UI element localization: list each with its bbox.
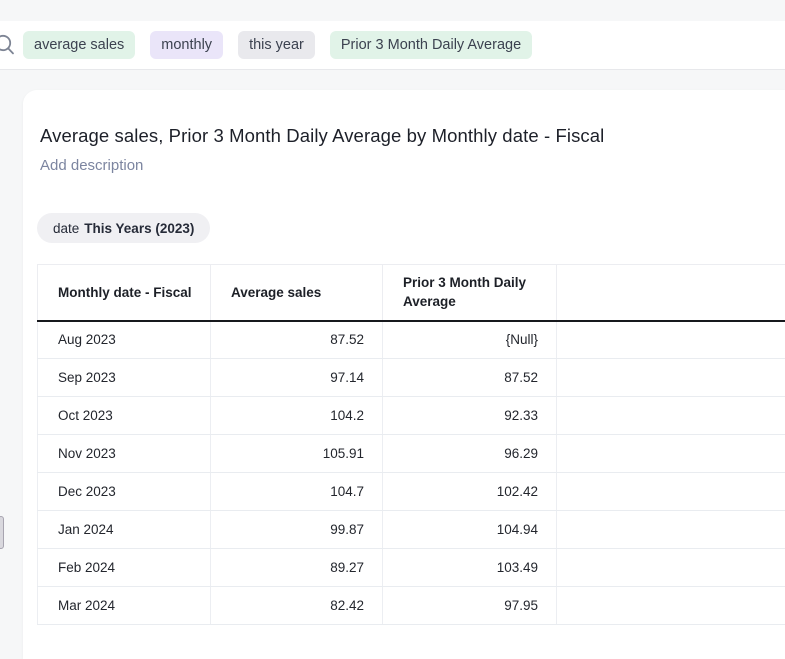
cell-average-sales: 89.27 xyxy=(211,549,383,587)
page-title: Average sales, Prior 3 Month Daily Avera… xyxy=(40,123,765,148)
search-token-this-year[interactable]: this year xyxy=(238,31,315,59)
table-row: Sep 2023 97.14 87.52 xyxy=(38,359,785,397)
search-token-prior-3-month-daily-average[interactable]: Prior 3 Month Daily Average xyxy=(330,31,532,59)
cell-empty xyxy=(557,359,785,397)
search-bar[interactable]: average sales monthly this year Prior 3 … xyxy=(0,21,785,70)
cell-prior-average: 104.94 xyxy=(383,511,557,549)
table-row: Mar 2024 82.42 97.95 xyxy=(38,587,785,625)
panel-drag-handle[interactable] xyxy=(0,516,4,549)
column-header-prior-3-month-daily-average[interactable]: Prior 3 Month Daily Average xyxy=(383,265,557,321)
results-table-container: Monthly date - Fiscal Average sales Prio… xyxy=(37,264,785,625)
table-header-row: Monthly date - Fiscal Average sales Prio… xyxy=(38,265,785,321)
add-description-link[interactable]: Add description xyxy=(40,155,143,176)
table-row: Jan 2024 99.87 104.94 xyxy=(38,511,785,549)
cell-average-sales: 105.91 xyxy=(211,435,383,473)
cell-average-sales: 97.14 xyxy=(211,359,383,397)
table-row: Feb 2024 89.27 103.49 xyxy=(38,549,785,587)
cell-empty xyxy=(557,511,785,549)
search-token-monthly[interactable]: monthly xyxy=(150,31,223,59)
cell-month: Oct 2023 xyxy=(38,397,211,435)
cell-month: Nov 2023 xyxy=(38,435,211,473)
column-header-monthly-date-fiscal[interactable]: Monthly date - Fiscal xyxy=(38,265,211,321)
cell-prior-average: 102.42 xyxy=(383,473,557,511)
cell-average-sales: 99.87 xyxy=(211,511,383,549)
column-header-average-sales[interactable]: Average sales xyxy=(211,265,383,321)
cell-month: Jan 2024 xyxy=(38,511,211,549)
date-filter-chip[interactable]: date This Years (2023) xyxy=(37,213,210,243)
cell-prior-average: 97.95 xyxy=(383,587,557,625)
cell-prior-average: {Null} xyxy=(383,321,557,359)
answer-card: Average sales, Prior 3 Month Daily Avera… xyxy=(23,90,785,659)
cell-average-sales: 82.42 xyxy=(211,587,383,625)
cell-month: Aug 2023 xyxy=(38,321,211,359)
cell-prior-average: 92.33 xyxy=(383,397,557,435)
search-token-average-sales[interactable]: average sales xyxy=(23,31,135,59)
cell-prior-average: 87.52 xyxy=(383,359,557,397)
cell-empty xyxy=(557,587,785,625)
cell-month: Mar 2024 xyxy=(38,587,211,625)
filter-value-label: This Years (2023) xyxy=(84,221,194,236)
cell-empty xyxy=(557,321,785,359)
cell-average-sales: 104.7 xyxy=(211,473,383,511)
table-row: Oct 2023 104.2 92.33 xyxy=(38,397,785,435)
table-row: Dec 2023 104.7 102.42 xyxy=(38,473,785,511)
table-row: Aug 2023 87.52 {Null} xyxy=(38,321,785,359)
cell-month: Sep 2023 xyxy=(38,359,211,397)
cell-month: Feb 2024 xyxy=(38,549,211,587)
cell-prior-average: 103.49 xyxy=(383,549,557,587)
search-icon xyxy=(0,32,23,58)
results-table: Monthly date - Fiscal Average sales Prio… xyxy=(37,264,785,625)
cell-average-sales: 104.2 xyxy=(211,397,383,435)
cell-average-sales: 87.52 xyxy=(211,321,383,359)
table-row: Nov 2023 105.91 96.29 xyxy=(38,435,785,473)
cell-prior-average: 96.29 xyxy=(383,435,557,473)
cell-empty xyxy=(557,397,785,435)
cell-empty xyxy=(557,549,785,587)
cell-empty xyxy=(557,435,785,473)
column-header-empty xyxy=(557,265,785,321)
cell-empty xyxy=(557,473,785,511)
cell-month: Dec 2023 xyxy=(38,473,211,511)
filter-prefix-label: date xyxy=(53,221,79,236)
